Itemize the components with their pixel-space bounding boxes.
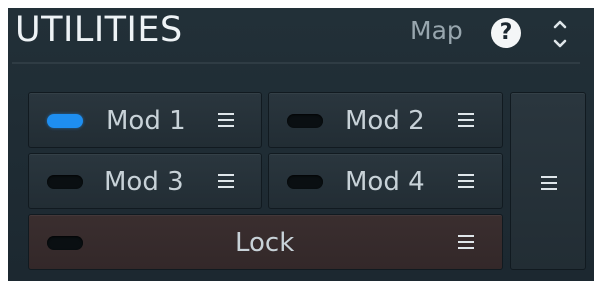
header-divider: [12, 62, 580, 64]
mod-2-label: Mod 2: [345, 106, 425, 136]
mod-1-led-indicator: [47, 114, 83, 128]
mod-3-menu-icon[interactable]: [218, 174, 234, 188]
lock-label: Lock: [235, 228, 295, 258]
mod-4-menu-icon[interactable]: [458, 174, 474, 188]
all-modules-menu-icon: [541, 176, 557, 190]
mod-1-button[interactable]: Mod 1: [28, 92, 262, 148]
all-modules-menu-button[interactable]: [510, 92, 586, 270]
lock-led-indicator: [47, 236, 83, 250]
mod-2-menu-icon[interactable]: [458, 113, 474, 127]
mod-4-label: Mod 4: [345, 167, 425, 197]
mod-2-button[interactable]: Mod 2: [268, 92, 503, 148]
help-icon[interactable]: ?: [491, 18, 521, 48]
mod-3-label: Mod 3: [104, 167, 184, 197]
panel-title: UTILITIES: [15, 10, 183, 50]
lock-menu-icon[interactable]: [458, 235, 474, 249]
mod-4-led-indicator: [287, 175, 323, 189]
mod-1-menu-icon[interactable]: [218, 113, 234, 127]
lock-button[interactable]: Lock: [28, 214, 503, 270]
mod-2-led-indicator: [287, 114, 323, 128]
mod-1-label: Mod 1: [106, 106, 186, 136]
mod-4-button[interactable]: Mod 4: [268, 153, 503, 209]
mod-3-button[interactable]: Mod 3: [28, 153, 262, 209]
map-button[interactable]: Map: [410, 18, 463, 43]
mod-3-led-indicator: [47, 175, 83, 189]
expand-collapse-icon[interactable]: [550, 14, 570, 54]
